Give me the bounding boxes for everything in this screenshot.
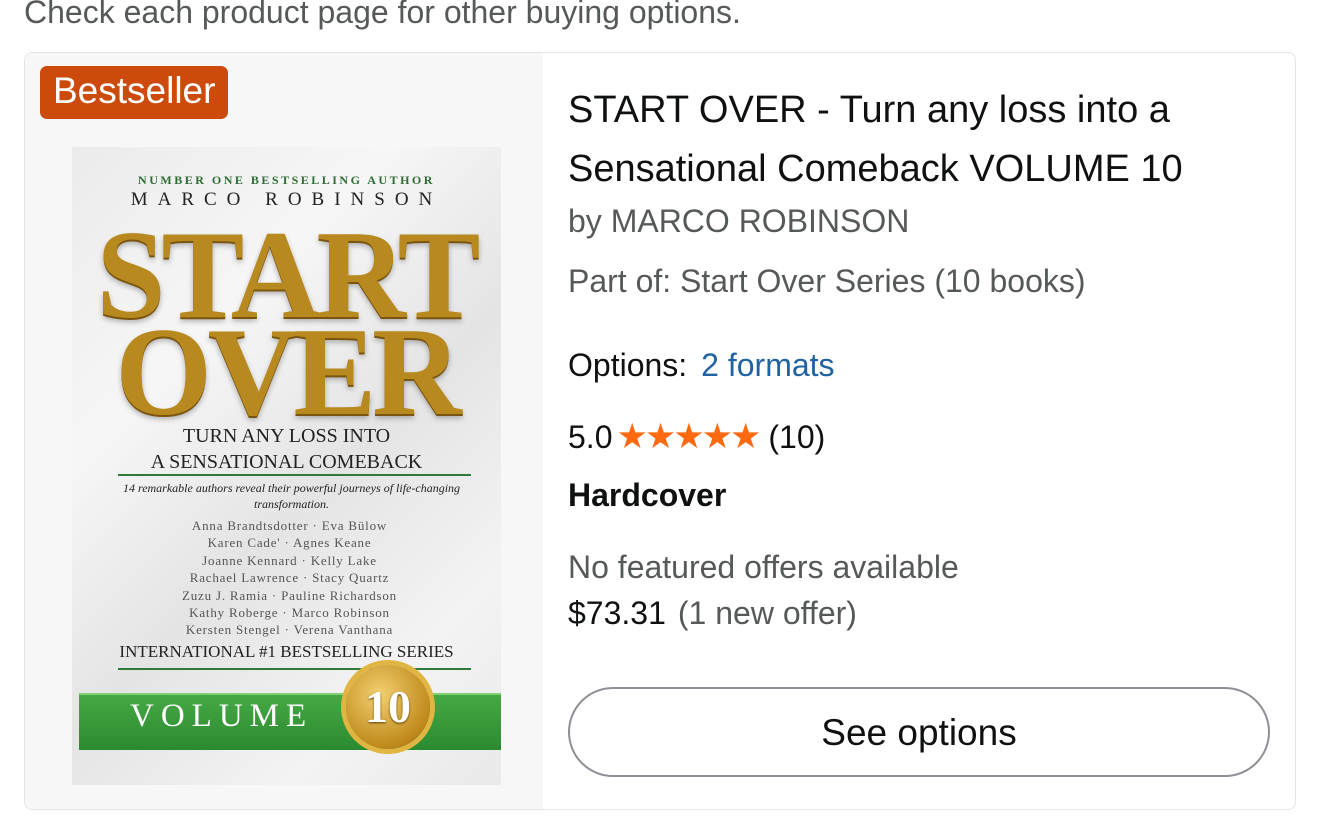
- cover-subtitle: TURN ANY LOSS INTO A SENSATIONAL COMEBAC…: [72, 423, 501, 475]
- product-byline: by MARCO ROBINSON: [568, 203, 910, 239]
- buying-options-notice: Check each product page for other buying…: [24, 0, 741, 30]
- cover-author-line: Kersten Stengel · Verena Vanthana: [185, 622, 394, 638]
- cover-description: 14 remarkable authors reveal their power…: [122, 481, 461, 511]
- cover-subtitle-line1: TURN ANY LOSS INTO: [182, 425, 391, 447]
- cover-author-line: Kathy Roberge · Marco Robinson: [189, 605, 390, 621]
- cover-volume-seal: 10: [346, 665, 430, 749]
- cover-divider: [118, 474, 471, 476]
- cover-author-line: Karen Cade' · Agnes Keane: [207, 535, 372, 551]
- new-offer-count: (1 new offer): [677, 595, 857, 631]
- rating-count: (10): [768, 418, 826, 455]
- cover-author-line: Zuzu J. Ramia · Pauline Richardson: [182, 587, 397, 603]
- rating-row[interactable]: 5.0 ★★★★★ (10): [568, 417, 825, 457]
- formats-link[interactable]: 2 formats: [701, 347, 834, 383]
- cover-top-line: Number One Bestselling Author: [138, 173, 435, 187]
- cover-author-list: Anna Brandtsdotter · Eva Bülow Karen Cad…: [102, 517, 477, 639]
- cover-author-line: Joanne Kennard · Kelly Lake: [202, 552, 377, 568]
- format-label[interactable]: Hardcover: [568, 477, 726, 514]
- price: $73.31: [568, 595, 666, 631]
- product-image-panel[interactable]: Bestseller Number One Bestselling Author…: [25, 53, 543, 809]
- no-offers-text: No featured offers available: [568, 549, 959, 585]
- options-row: Options: 2 formats: [568, 347, 835, 384]
- series-info: Part of: Start Over Series (10 books): [568, 263, 1086, 299]
- cover-divider: [118, 668, 471, 670]
- rating-value: 5.0: [568, 418, 613, 455]
- price-row: $73.31 (1 new offer): [568, 595, 857, 632]
- cover-author-line: Rachael Lawrence · Stacy Quartz: [189, 570, 390, 586]
- cover-volume-label: VOLUME: [130, 698, 314, 734]
- cover-author-line: Anna Brandtsdotter · Eva Bülow: [191, 518, 388, 533]
- star-rating-icon: ★★★★★: [616, 417, 761, 456]
- see-options-button[interactable]: See options: [568, 687, 1270, 777]
- product-card: Bestseller Number One Bestselling Author…: [24, 52, 1296, 810]
- cover-subtitle-line2: A SENSATIONAL COMEBACK: [150, 451, 423, 473]
- cover-title-over: OVER: [115, 301, 461, 442]
- options-label: Options:: [568, 347, 688, 383]
- book-cover-image[interactable]: Number One Bestselling Author MARCO ROBI…: [72, 147, 501, 785]
- product-title-link[interactable]: START OVER - Turn any loss into a Sensat…: [568, 81, 1258, 199]
- bestseller-badge: Bestseller: [40, 66, 229, 119]
- cover-series-text: INTERNATIONAL #1 BESTSELLING SERIES: [119, 642, 454, 661]
